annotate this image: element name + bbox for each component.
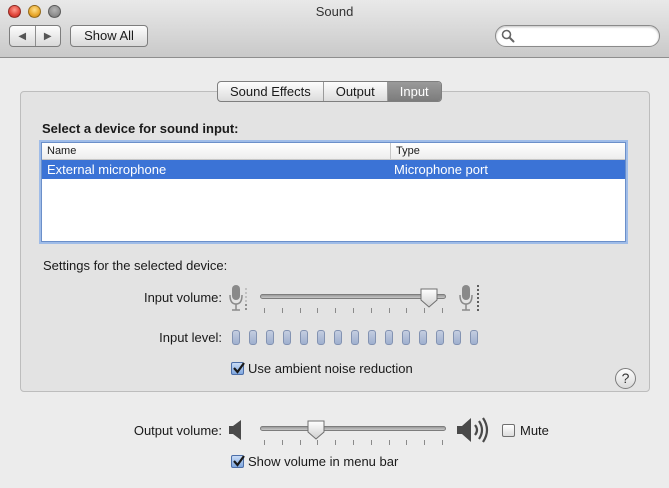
slider-tick	[353, 440, 354, 445]
input-level-segment	[232, 330, 240, 345]
tab-bar: Sound Effects Output Input	[217, 81, 442, 102]
checkmark-icon	[233, 362, 245, 374]
input-level-label: Input level:	[159, 330, 222, 345]
slider-tick	[389, 440, 390, 445]
column-header-type[interactable]: Type	[391, 143, 625, 159]
input-level-segment	[300, 330, 308, 345]
show-all-button[interactable]: Show All	[70, 25, 148, 47]
slider-tick	[406, 308, 407, 313]
back-forward-control: ◀ ▶	[9, 25, 61, 47]
window-toolbar: Sound ◀ ▶ Show All	[0, 0, 669, 58]
slider-tick	[282, 308, 283, 313]
tab-input[interactable]: Input	[387, 82, 441, 101]
slider-tick	[353, 308, 354, 313]
input-level-segment	[453, 330, 461, 345]
search-icon	[501, 29, 515, 43]
slider-tick	[406, 440, 407, 445]
ambient-noise-checkbox[interactable]	[231, 362, 245, 375]
input-level-segment	[368, 330, 376, 345]
back-button[interactable]: ◀	[10, 26, 36, 46]
slider-tick	[300, 308, 301, 313]
input-level-segment	[436, 330, 444, 345]
slider-tick	[300, 440, 301, 445]
input-level-segment	[402, 330, 410, 345]
input-level-segment	[419, 330, 427, 345]
input-level-segment	[266, 330, 274, 345]
device-type-cell: Microphone port	[394, 162, 488, 177]
ambient-noise-label[interactable]: Use ambient noise reduction	[248, 361, 413, 376]
window-title: Sound	[315, 4, 354, 19]
forward-button[interactable]: ▶	[36, 26, 61, 46]
input-level-segment	[334, 330, 342, 345]
show-volume-label[interactable]: Show volume in menu bar	[248, 454, 398, 469]
output-volume-label: Output volume:	[133, 423, 222, 438]
settings-heading: Settings for the selected device:	[43, 258, 228, 273]
slider-tick	[335, 440, 336, 445]
input-level-segment	[283, 330, 291, 345]
slider-tick	[424, 308, 425, 313]
input-volume-label: Input volume:	[143, 290, 222, 305]
slider-tick	[442, 308, 443, 313]
input-device-table[interactable]: Name Type External microphone Microphone…	[41, 142, 626, 242]
tab-output[interactable]: Output	[324, 82, 388, 101]
slider-tick	[442, 440, 443, 445]
table-row[interactable]: External microphone Microphone port	[42, 160, 625, 179]
tab-sound-effects[interactable]: Sound Effects	[218, 82, 324, 101]
output-volume-ticks	[260, 440, 446, 445]
input-level-segment	[249, 330, 257, 345]
microphone-low-icon	[229, 285, 247, 311]
slider-tick	[317, 308, 318, 313]
slider-tick	[317, 440, 318, 445]
help-button[interactable]: ?	[615, 368, 636, 389]
search-field[interactable]	[495, 25, 660, 47]
slider-tick	[282, 440, 283, 445]
device-select-heading: Select a device for sound input:	[42, 121, 239, 136]
search-input[interactable]	[518, 28, 654, 44]
input-level-segment	[385, 330, 393, 345]
table-header: Name Type	[42, 143, 625, 160]
slider-tick	[371, 440, 372, 445]
column-header-name[interactable]: Name	[42, 143, 391, 159]
microphone-high-icon	[459, 285, 479, 311]
mute-checkbox[interactable]	[502, 424, 515, 437]
input-volume-ticks	[260, 308, 446, 313]
input-level-segment	[351, 330, 359, 345]
input-level-segment	[470, 330, 478, 345]
speaker-high-icon	[457, 417, 489, 443]
output-volume-knob[interactable]	[307, 420, 325, 440]
input-level-segment	[317, 330, 325, 345]
mute-label[interactable]: Mute	[520, 423, 549, 438]
input-volume-slider[interactable]	[260, 294, 446, 299]
device-name-cell: External microphone	[47, 162, 167, 177]
slider-tick	[264, 440, 265, 445]
slider-tick	[424, 440, 425, 445]
speaker-low-icon	[229, 420, 241, 440]
slider-tick	[335, 308, 336, 313]
input-volume-knob[interactable]	[420, 288, 438, 308]
slider-tick	[389, 308, 390, 313]
show-volume-checkbox[interactable]	[231, 455, 245, 468]
output-volume-slider[interactable]	[260, 426, 446, 431]
slider-tick	[371, 308, 372, 313]
checkmark-icon	[233, 455, 245, 467]
slider-tick	[264, 308, 265, 313]
